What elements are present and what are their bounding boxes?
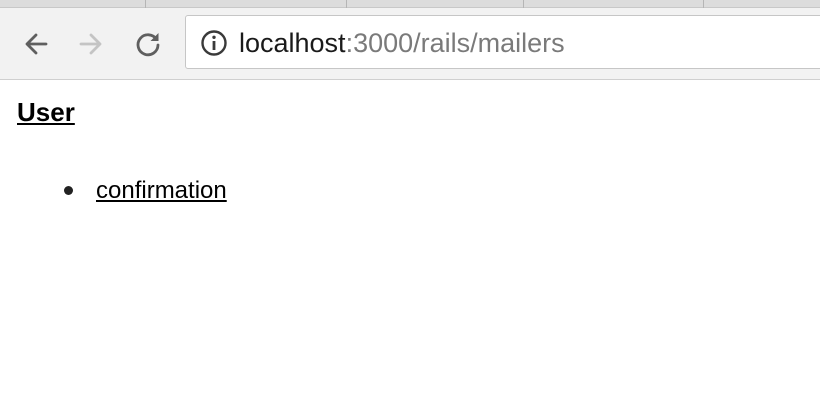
browser-toolbar: localhost:3000/rails/mailers: [0, 8, 820, 80]
address-bar[interactable]: localhost:3000/rails/mailers: [185, 15, 820, 69]
back-arrow-icon: [25, 33, 48, 55]
tab-divider: [145, 0, 146, 8]
url-text[interactable]: localhost:3000/rails/mailers: [239, 27, 565, 59]
url-path: :3000/rails/mailers: [345, 28, 565, 58]
page-content: User confirmation: [17, 96, 807, 204]
info-icon[interactable]: [200, 29, 228, 57]
tab-divider: [523, 0, 524, 8]
page-heading: User: [17, 97, 75, 127]
reload-icon: [136, 33, 160, 57]
tab-strip: [0, 0, 820, 8]
back-button[interactable]: [16, 24, 56, 64]
list-item: confirmation: [17, 174, 227, 208]
confirmation-link[interactable]: confirmation: [96, 177, 227, 204]
forward-arrow-icon: [79, 33, 102, 55]
mailer-list: confirmation: [17, 174, 227, 208]
forward-button[interactable]: [71, 24, 111, 64]
tab-divider: [346, 0, 347, 8]
reload-button[interactable]: [128, 24, 168, 64]
bullet-icon: [64, 186, 73, 195]
tab-divider: [703, 0, 704, 8]
url-host: localhost: [239, 28, 346, 58]
